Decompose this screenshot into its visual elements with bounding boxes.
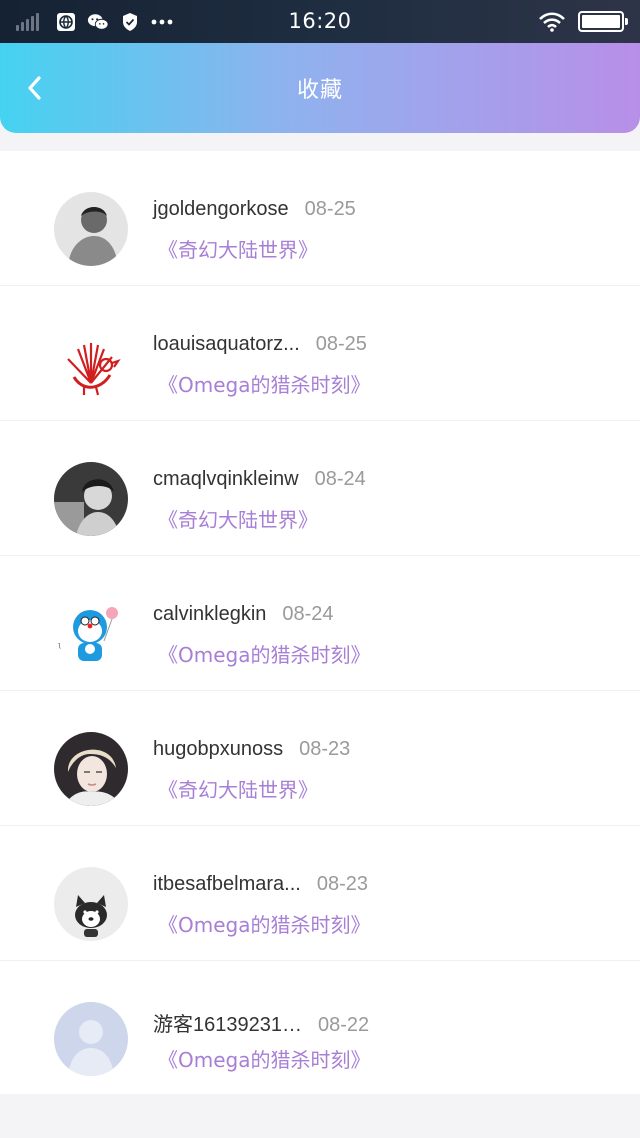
list-item[interactable]: loauisaquatorz... 08-25 《Omega的猎杀时刻》	[0, 286, 640, 421]
username: 游客16139231… 08-22	[153, 1008, 369, 1037]
list-item[interactable]: 游客16139231… 08-22 《Omega的猎杀时刻》	[0, 961, 640, 1096]
avatar[interactable]	[54, 192, 128, 266]
list-item[interactable]: cmaqlvqinkleinw 08-24 《奇幻大陆世界》	[0, 421, 640, 556]
page-title: 收藏	[296, 78, 343, 103]
nav-header: 收藏	[0, 43, 640, 133]
username-text: 游客16139231…	[153, 1014, 302, 1036]
username-text: itbesafbelmara...	[153, 873, 301, 895]
book-title[interactable]: 《Omega的猎杀时刻》	[158, 639, 370, 668]
book-title[interactable]: 《Omega的猎杀时刻》	[158, 909, 370, 938]
username: jgoldengorkose 08-25	[153, 198, 356, 221]
avatar[interactable]	[54, 327, 128, 401]
date: 08-25	[304, 198, 356, 220]
username: cmaqlvqinkleinw 08-24	[153, 468, 366, 491]
date: 08-24	[314, 468, 366, 490]
avatar[interactable]	[54, 1002, 128, 1076]
avatar[interactable]	[54, 867, 128, 941]
date: 08-25	[315, 333, 367, 355]
book-title[interactable]: 《奇幻大陆世界》	[158, 234, 318, 263]
svg-text:ʅ: ʅ	[58, 641, 61, 649]
book-title[interactable]: 《奇幻大陆世界》	[158, 504, 318, 533]
list-item[interactable]: hugobpxunoss 08-23 《奇幻大陆世界》	[0, 691, 640, 826]
battery-icon	[578, 11, 628, 32]
username-text: calvinklegkin	[153, 603, 267, 625]
status-bar: 16:20	[0, 0, 640, 43]
book-title[interactable]: 《Omega的猎杀时刻》	[158, 1044, 370, 1073]
username-text: hugobpxunoss	[153, 738, 284, 760]
list-item[interactable]: jgoldengorkose 08-25 《奇幻大陆世界》	[0, 151, 640, 286]
date: 08-23	[299, 738, 351, 760]
username: itbesafbelmara... 08-23	[153, 873, 368, 896]
username: hugobpxunoss 08-23	[153, 738, 350, 761]
avatar[interactable]	[54, 732, 128, 806]
wifi-icon	[538, 11, 566, 33]
date: 08-22	[317, 1014, 370, 1036]
username-text: jgoldengorkose	[153, 198, 289, 220]
book-title[interactable]: 《奇幻大陆世界》	[158, 774, 318, 803]
list-item[interactable]: itbesafbelmara... 08-23 《Omega的猎杀时刻》	[0, 826, 640, 961]
favorites-list: jgoldengorkose 08-25 《奇幻大陆世界》 loauisaquat…	[0, 151, 640, 1094]
username-text: cmaqlvqinkleinw	[153, 468, 299, 490]
username: calvinklegkin 08-24	[153, 603, 334, 626]
username-text: loauisaquatorz...	[153, 333, 300, 355]
avatar[interactable]	[54, 462, 128, 536]
date: 08-23	[316, 873, 369, 895]
status-right-icons	[538, 0, 628, 43]
list-item[interactable]: ʅ calvinklegkin 08-24 《Omega的猎杀时刻》	[0, 556, 640, 691]
date: 08-24	[282, 603, 334, 625]
username: loauisaquatorz... 08-25	[153, 333, 367, 356]
book-title[interactable]: 《Omega的猎杀时刻》	[158, 369, 370, 398]
avatar[interactable]: ʅ	[54, 597, 128, 671]
